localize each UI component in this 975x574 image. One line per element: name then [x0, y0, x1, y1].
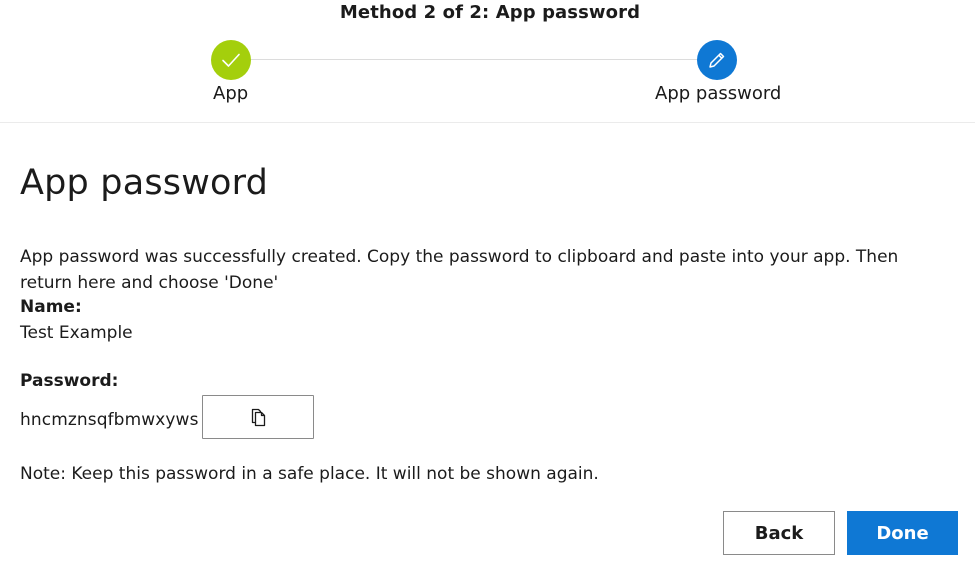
- step-app-indicator: [211, 40, 251, 80]
- method-title: Method 2 of 2: App password: [339, 2, 641, 23]
- page-title: App password: [20, 163, 269, 203]
- done-button[interactable]: Done: [847, 511, 958, 555]
- back-button[interactable]: Back: [723, 511, 835, 555]
- checkmark-icon: [222, 53, 240, 67]
- pencil-icon: [709, 52, 725, 68]
- name-value: Test Example: [20, 323, 133, 343]
- name-label: Name:: [20, 297, 82, 317]
- wizard-header: Method 2 of 2: App password App App pass…: [0, 0, 975, 123]
- step-app-label: App: [213, 83, 249, 104]
- step-app-password-label: App password: [655, 83, 782, 104]
- step-app-password-indicator: [697, 40, 737, 80]
- copy-icon: [251, 408, 266, 427]
- safety-note: Note: Keep this password in a safe place…: [20, 464, 599, 484]
- password-value[interactable]: hncmznsqfbmwxyws: [20, 410, 199, 430]
- copy-password-button[interactable]: [202, 395, 314, 439]
- progress-line: [250, 59, 697, 60]
- password-label: Password:: [20, 371, 119, 391]
- instructions-text: App password was successfully created. C…: [20, 247, 899, 293]
